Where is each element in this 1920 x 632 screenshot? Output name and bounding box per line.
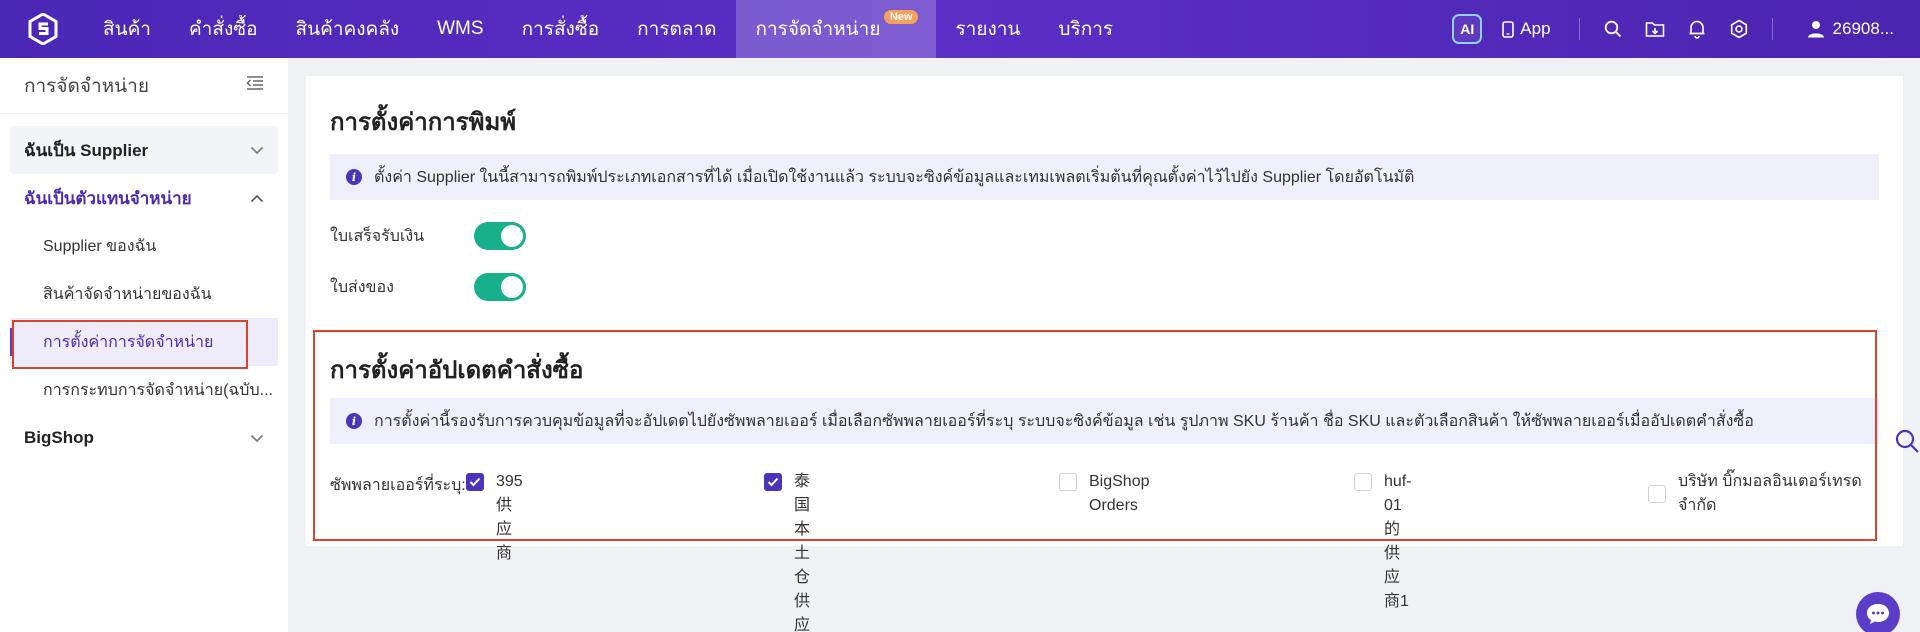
print-settings-info: i ตั้งค่า Supplier ในนี้สามารถพิมพ์ประเภ…	[330, 154, 1879, 200]
settings-icon[interactable]	[1728, 18, 1750, 40]
user-menu[interactable]: 26908...	[1807, 19, 1894, 39]
nav-item-marketing[interactable]: การตลาด	[618, 0, 735, 58]
top-right-tools: AI App 26908...	[1452, 0, 1920, 58]
top-nav-bar: สินค้า คำสั่งซื้อ สินค้าคงคลัง WMS การสั…	[0, 0, 1920, 58]
bell-icon[interactable]	[1686, 18, 1708, 40]
chevron-down-icon	[250, 146, 264, 154]
receipt-toggle-label: ใบเสร็จรับเงิน	[330, 227, 425, 245]
sidebar-title: การจัดจำหน่าย	[24, 75, 149, 97]
nav-item-orders[interactable]: คำสั่งซื้อ	[170, 0, 277, 58]
search-icon[interactable]	[1602, 18, 1624, 40]
divider	[1578, 18, 1580, 40]
new-badge: New	[883, 10, 919, 24]
nav-item-reports[interactable]: รายงาน	[936, 0, 1039, 58]
divider	[1771, 18, 1773, 40]
sidebar-group-head-distributor[interactable]: ฉันเป็นตัวแทนจำหน่าย	[10, 174, 278, 222]
nav-item-wms[interactable]: WMS	[418, 0, 502, 58]
user-icon	[1807, 21, 1824, 38]
highlight-box-sidebar	[12, 320, 248, 369]
sidebar-group-head-bigshop[interactable]: BigShop	[10, 414, 278, 462]
folder-download-icon[interactable]	[1644, 18, 1666, 40]
sidebar-header: การจัดจำหน่าย	[0, 58, 288, 114]
sidebar-item-reconciliation[interactable]: การกระทบการจัดจำหน่าย(ฉบับ...	[10, 366, 278, 414]
nav-item-inventory[interactable]: สินค้าคงคลัง	[277, 0, 419, 58]
receipt-toggle[interactable]	[474, 222, 526, 250]
chevron-down-icon	[250, 434, 264, 442]
nav-item-purchasing[interactable]: การสั่งซื้อ	[503, 0, 619, 58]
chat-support-button[interactable]	[1856, 592, 1900, 632]
highlight-box-order-update	[313, 330, 1877, 541]
delivery-note-toggle[interactable]	[474, 273, 526, 301]
delivery-note-toggle-row: ใบส่งของ	[330, 273, 526, 301]
ai-button[interactable]: AI	[1452, 14, 1483, 44]
chat-icon	[1867, 604, 1889, 624]
sidebar-item-my-products[interactable]: สินค้าจัดจำหน่ายของฉัน	[10, 270, 278, 318]
nav-item-services[interactable]: บริการ	[1039, 0, 1132, 58]
collapse-menu-icon[interactable]	[246, 75, 264, 96]
phone-icon	[1502, 20, 1515, 38]
logo[interactable]	[26, 12, 60, 46]
floating-search-icon[interactable]	[1894, 428, 1920, 454]
app-button[interactable]: App	[1502, 19, 1551, 39]
print-settings-title: การตั้งค่าการพิมพ์	[330, 109, 517, 136]
nav-item-distribution[interactable]: การจัดจำหน่าย New	[735, 0, 937, 58]
main-nav: สินค้า คำสั่งซื้อ สินค้าคงคลัง WMS การสั…	[84, 0, 1132, 58]
chevron-up-icon	[250, 194, 264, 202]
sidebar-group-head-supplier[interactable]: ฉันเป็น Supplier	[10, 126, 278, 174]
receipt-toggle-row: ใบเสร็จรับเงิน	[330, 222, 526, 250]
info-icon: i	[346, 169, 362, 185]
sidebar-group-supplier: ฉันเป็น Supplier ฉันเป็นตัวแทนจำหน่าย Su…	[10, 126, 278, 462]
sidebar-item-my-suppliers[interactable]: Supplier ของฉัน	[10, 222, 278, 270]
nav-item-products[interactable]: สินค้า	[84, 0, 170, 58]
delivery-note-toggle-label: ใบส่งของ	[330, 278, 394, 296]
